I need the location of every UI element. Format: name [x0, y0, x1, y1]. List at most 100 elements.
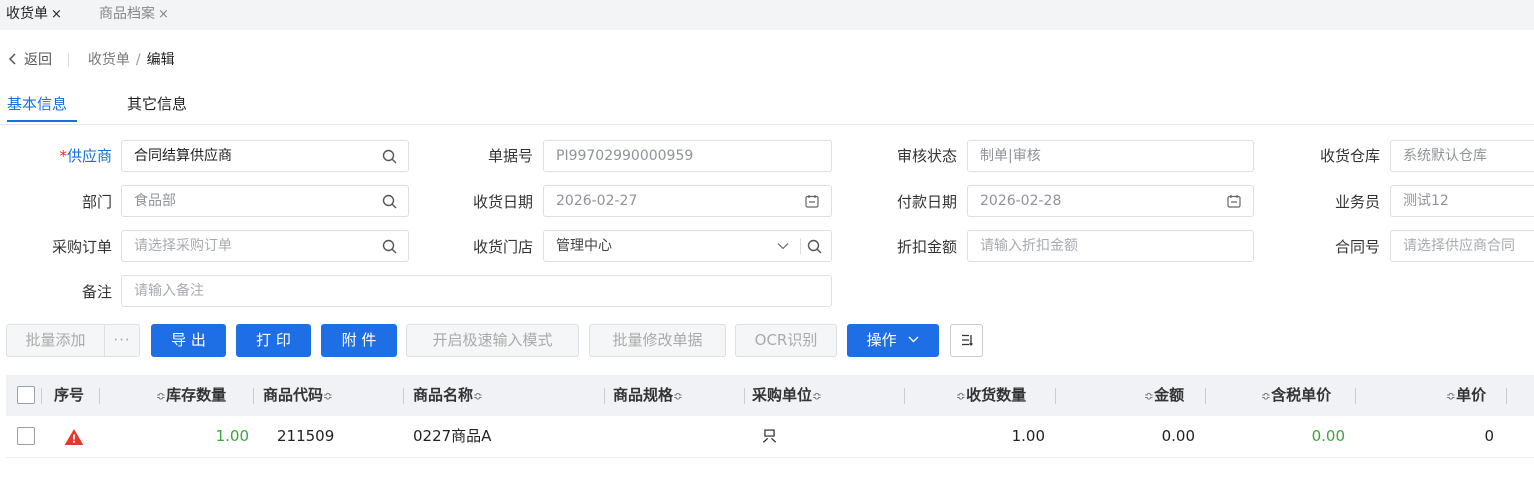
- tab-basic-info[interactable]: 基本信息: [7, 93, 67, 114]
- col-product-code[interactable]: 商品代码≎: [263, 375, 333, 416]
- row-checkbox[interactable]: [17, 427, 35, 445]
- select-all-checkbox[interactable]: [17, 386, 35, 404]
- attachment-button[interactable]: 附 件: [321, 324, 397, 357]
- column-resizer[interactable]: [253, 388, 254, 404]
- cell-price: 0: [1484, 427, 1494, 445]
- batch-add-button[interactable]: 批量添加: [6, 324, 105, 357]
- calendar-icon[interactable]: [1226, 186, 1242, 216]
- column-resizer[interactable]: [1355, 388, 1356, 404]
- contract-no-placeholder: 请选择供应商合同: [1403, 238, 1515, 254]
- batch-edit-button[interactable]: 批量修改单据: [589, 324, 726, 357]
- table-header: 序号 ≎库存数量 商品代码≎ 商品名称≎ 商品规格≎ 采购单位≎ ≎收货数量 ≎…: [6, 375, 1534, 416]
- sort-icon: ≎: [473, 389, 484, 403]
- col-product-name[interactable]: 商品名称≎: [413, 375, 483, 416]
- chevron-down-icon[interactable]: [776, 231, 790, 261]
- warehouse-label: 收货仓库: [1319, 147, 1380, 165]
- search-icon[interactable]: [805, 231, 823, 261]
- audit-status-field: 制单|审核: [967, 140, 1254, 172]
- salesman-input[interactable]: 测试12: [1390, 185, 1534, 217]
- column-resizer[interactable]: [744, 388, 745, 404]
- audit-status-value: 制单|审核: [980, 148, 1041, 164]
- search-icon[interactable]: [380, 231, 398, 261]
- remark-input[interactable]: 请输入备注: [121, 275, 832, 307]
- contract-no-label: 合同号: [1334, 238, 1380, 256]
- supplier-value: 合同结算供应商: [134, 148, 232, 164]
- col-tax-price[interactable]: ≎含税单价: [1261, 375, 1331, 416]
- column-resizer[interactable]: [604, 388, 605, 404]
- discount-placeholder: 请输入折扣金额: [980, 238, 1078, 254]
- doc-no-value: PI99702990000959: [556, 148, 694, 164]
- column-resizer[interactable]: [99, 388, 100, 404]
- print-button[interactable]: 打 印: [236, 324, 311, 357]
- cell-stock-qty: 1.00: [215, 427, 249, 445]
- col-price[interactable]: ≎单价: [1446, 375, 1486, 416]
- department-input[interactable]: 食品部: [121, 185, 409, 217]
- pay-date-value: 2026-02-28: [980, 193, 1062, 209]
- warehouse-value: 系统默认仓库: [1403, 148, 1487, 164]
- more-button[interactable]: ···: [104, 324, 140, 357]
- sub-tabs: 基本信息 其它信息: [0, 88, 1534, 125]
- cell-receive-qty: 1.00: [1011, 427, 1045, 445]
- export-button[interactable]: 导 出: [151, 324, 226, 357]
- doc-no-label: 单据号: [487, 147, 533, 165]
- chevron-left-icon: [8, 53, 16, 65]
- supplier-label: *供应商: [59, 147, 112, 165]
- salesman-label: 业务员: [1334, 193, 1380, 211]
- remark-label: 备注: [81, 283, 112, 301]
- close-icon[interactable]: ×: [158, 7, 169, 22]
- active-tab-indicator: [7, 120, 77, 122]
- store-select[interactable]: 管理中心: [543, 230, 832, 262]
- back-button[interactable]: 返回: [8, 52, 56, 68]
- cell-product-name: 0227商品A: [413, 427, 492, 445]
- col-receive-qty[interactable]: ≎收货数量: [956, 375, 1026, 416]
- tab-other-info[interactable]: 其它信息: [127, 93, 187, 114]
- receive-date-label: 收货日期: [472, 193, 533, 211]
- column-resizer[interactable]: [41, 388, 42, 404]
- col-index: 序号: [54, 386, 85, 404]
- col-stock-qty[interactable]: ≎库存数量: [156, 375, 226, 416]
- col-amount[interactable]: ≎金额: [1144, 375, 1184, 416]
- breadcrumb-item-receipt[interactable]: 收货单: [88, 52, 130, 68]
- purchase-order-input[interactable]: 请选择采购订单: [121, 230, 409, 262]
- remark-placeholder: 请输入备注: [134, 283, 204, 299]
- tab-product-archive[interactable]: 商品档案 ×: [99, 0, 169, 30]
- store-label: 收货门店: [472, 238, 533, 256]
- table-row[interactable]: 1.00 211509 0227商品A 只 1.00 0.00 0.00 0: [6, 416, 1534, 458]
- back-label: 返回: [24, 52, 52, 68]
- column-resizer[interactable]: [1055, 388, 1056, 404]
- salesman-value: 测试12: [1403, 193, 1449, 209]
- fast-input-mode-button[interactable]: 开启极速输入模式: [406, 324, 579, 357]
- column-resizer[interactable]: [1506, 388, 1507, 404]
- col-purchase-unit[interactable]: 采购单位≎: [752, 375, 822, 416]
- col-product-spec[interactable]: 商品规格≎: [613, 375, 683, 416]
- column-resizer[interactable]: [1205, 388, 1206, 404]
- sort-icon: ≎: [156, 389, 167, 403]
- contract-no-input[interactable]: 请选择供应商合同: [1390, 230, 1534, 262]
- warehouse-field[interactable]: 系统默认仓库: [1390, 140, 1534, 172]
- supplier-input[interactable]: 合同结算供应商: [121, 140, 409, 172]
- warning-icon: [65, 429, 83, 449]
- sort-icon: ≎: [1446, 389, 1457, 403]
- operate-dropdown-button[interactable]: 操作: [847, 324, 939, 357]
- sort-icon: ≎: [1144, 389, 1155, 403]
- tab-receipt[interactable]: 收货单 ×: [6, 0, 62, 30]
- column-resizer[interactable]: [904, 388, 905, 404]
- department-value: 食品部: [134, 193, 176, 209]
- divider: [800, 238, 801, 254]
- receive-date-input[interactable]: 2026-02-27: [543, 185, 832, 217]
- discount-input[interactable]: 请输入折扣金额: [967, 230, 1254, 262]
- sort-icon: ≎: [1261, 389, 1272, 403]
- column-resizer[interactable]: [403, 388, 404, 404]
- calendar-icon[interactable]: [804, 186, 820, 216]
- ocr-button[interactable]: OCR识别: [735, 324, 837, 357]
- purchase-order-label: 采购订单: [51, 238, 112, 256]
- column-settings-button[interactable]: [950, 324, 983, 357]
- close-icon[interactable]: ×: [51, 7, 62, 22]
- operate-label: 操作: [866, 331, 897, 349]
- pay-date-input[interactable]: 2026-02-28: [967, 185, 1254, 217]
- purchase-order-placeholder: 请选择采购订单: [134, 238, 232, 254]
- search-icon[interactable]: [380, 186, 398, 216]
- search-icon[interactable]: [380, 141, 398, 171]
- audit-status-label: 审核状态: [896, 147, 957, 165]
- breadcrumb: 返回 收货单 / 编辑: [8, 49, 175, 71]
